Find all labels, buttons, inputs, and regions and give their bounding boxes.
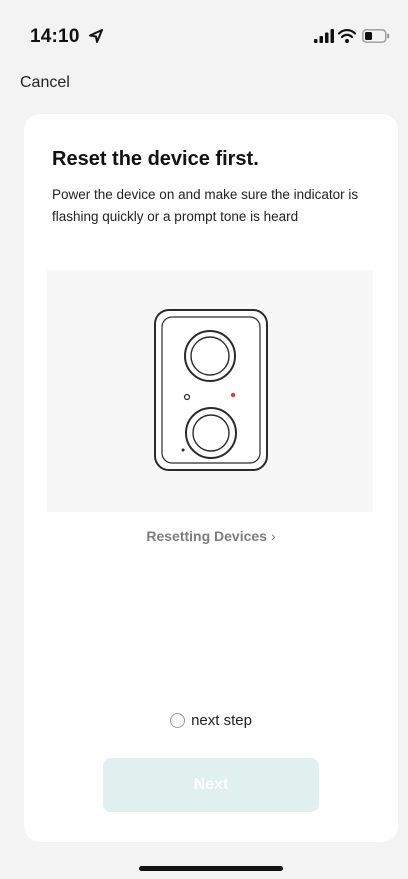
cancel-button[interactable]: Cancel [20,74,70,92]
page-title: Reset the device first. [52,148,259,170]
next-step-checkbox-row[interactable]: next step [24,712,398,729]
device-illustration [47,270,373,512]
doorbell-camera-icon [154,309,268,471]
battery-icon [362,29,390,43]
next-step-label: next step [191,712,252,729]
cellular-signal-icon [314,29,334,43]
status-bar: 14:10 [0,0,408,70]
resetting-devices-link[interactable]: Resetting Devices › [24,528,398,544]
reset-instructions-card: Reset the device first. Power the device… [24,114,398,842]
wifi-icon [338,29,356,43]
home-indicator [139,866,283,871]
instruction-text: Power the device on and make sure the in… [52,187,359,224]
resetting-devices-label: Resetting Devices [146,528,267,544]
status-time: 14:10 [30,26,80,47]
next-button[interactable]: Next [103,758,319,812]
chevron-right-icon: › [270,528,276,544]
next-step-radio[interactable] [170,713,186,728]
location-arrow-icon [89,29,103,43]
